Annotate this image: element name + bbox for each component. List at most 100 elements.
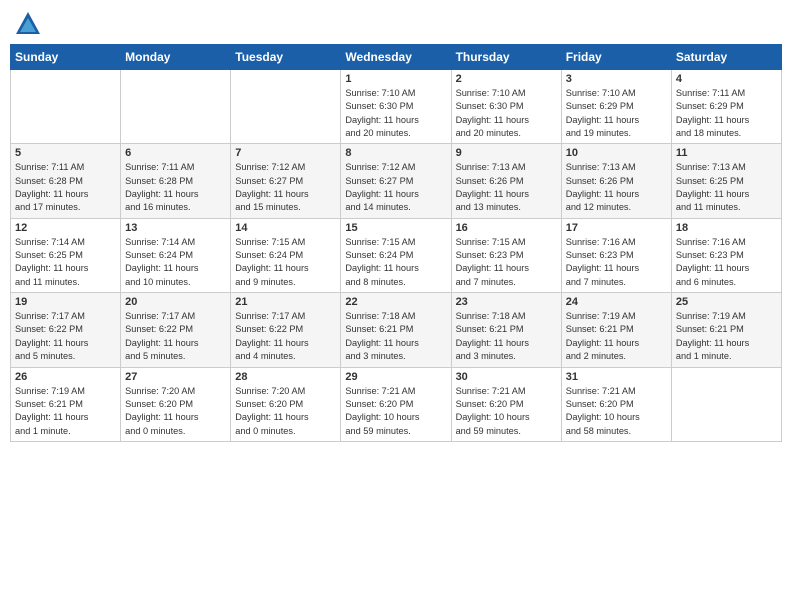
day-number: 26 (15, 371, 116, 383)
day-number: 12 (15, 222, 116, 234)
day-info: Sunrise: 7:16 AMSunset: 6:23 PMDaylight:… (566, 236, 667, 289)
calendar-cell: 6 Sunrise: 7:11 AMSunset: 6:28 PMDaylight… (121, 144, 231, 218)
calendar-cell: 3Sunrise: 7:10 AMSunset: 6:29 PMDaylight… (561, 70, 671, 144)
calendar-cell: 31 Sunrise: 7:21 AMSunset: 6:20 PMDayligh… (561, 367, 671, 441)
calendar-cell: 13 Sunrise: 7:14 AMSunset: 6:24 PMDayligh… (121, 218, 231, 292)
page-header (10, 10, 782, 38)
calendar-cell: 23Sunrise: 7:18 AMSunset: 6:21 PMDayligh… (451, 293, 561, 367)
day-info: Sunrise: 7:17 AMSunset: 6:22 PMDaylight:… (15, 310, 116, 363)
calendar-cell: 20 Sunrise: 7:17 AMSunset: 6:22 PMDayligh… (121, 293, 231, 367)
day-info: Sunrise: 7:19 AMSunset: 6:21 PMDaylight:… (15, 385, 116, 438)
day-number: 20 (125, 296, 226, 308)
day-number: 11 (676, 147, 777, 159)
day-number: 31 (566, 371, 667, 383)
day-number: 21 (235, 296, 336, 308)
day-info: Sunrise: 7:13 AMSunset: 6:25 PMDaylight:… (676, 161, 777, 214)
day-number: 6 (125, 147, 226, 159)
day-info: Sunrise: 7:14 AMSunset: 6:25 PMDaylight:… (15, 236, 116, 289)
day-number: 27 (125, 371, 226, 383)
calendar-week-row: 5 Sunrise: 7:11 AMSunset: 6:28 PMDaylight… (11, 144, 782, 218)
calendar-cell: 30 Sunrise: 7:21 AMSunset: 6:20 PMDayligh… (451, 367, 561, 441)
day-info: Sunrise: 7:21 AMSunset: 6:20 PMDaylight:… (345, 385, 446, 438)
calendar-cell: 4 Sunrise: 7:11 AMSunset: 6:29 PMDaylight… (671, 70, 781, 144)
calendar-cell: 27 Sunrise: 7:20 AMSunset: 6:20 PMDayligh… (121, 367, 231, 441)
day-header-wednesday: Wednesday (341, 45, 451, 70)
day-info: Sunrise: 7:12 AMSunset: 6:27 PMDaylight:… (235, 161, 336, 214)
day-number: 15 (345, 222, 446, 234)
logo (14, 10, 46, 38)
day-number: 10 (566, 147, 667, 159)
day-number: 23 (456, 296, 557, 308)
day-number: 19 (15, 296, 116, 308)
day-info: Sunrise: 7:14 AMSunset: 6:24 PMDaylight:… (125, 236, 226, 289)
calendar-cell: 2 Sunrise: 7:10 AMSunset: 6:30 PMDaylight… (451, 70, 561, 144)
day-header-friday: Friday (561, 45, 671, 70)
calendar-cell: 16Sunrise: 7:15 AMSunset: 6:23 PMDayligh… (451, 218, 561, 292)
calendar-cell: 18 Sunrise: 7:16 AMSunset: 6:23 PMDayligh… (671, 218, 781, 292)
day-info: Sunrise: 7:12 AMSunset: 6:27 PMDaylight:… (345, 161, 446, 214)
day-number: 25 (676, 296, 777, 308)
day-info: Sunrise: 7:10 AMSunset: 6:30 PMDaylight:… (345, 87, 446, 140)
day-info: Sunrise: 7:10 AMSunset: 6:30 PMDaylight:… (456, 87, 557, 140)
day-number: 13 (125, 222, 226, 234)
calendar-cell (231, 70, 341, 144)
calendar-cell: 24 Sunrise: 7:19 AMSunset: 6:21 PMDayligh… (561, 293, 671, 367)
calendar-table: SundayMondayTuesdayWednesdayThursdayFrid… (10, 44, 782, 442)
day-info: Sunrise: 7:11 AMSunset: 6:28 PMDaylight:… (125, 161, 226, 214)
calendar-cell: 7 Sunrise: 7:12 AMSunset: 6:27 PMDaylight… (231, 144, 341, 218)
day-info: Sunrise: 7:17 AMSunset: 6:22 PMDaylight:… (125, 310, 226, 363)
day-number: 4 (676, 73, 777, 85)
day-number: 22 (345, 296, 446, 308)
day-info: Sunrise: 7:17 AMSunset: 6:22 PMDaylight:… (235, 310, 336, 363)
day-header-monday: Monday (121, 45, 231, 70)
calendar-cell: 9 Sunrise: 7:13 AMSunset: 6:26 PMDaylight… (451, 144, 561, 218)
calendar-cell: 8 Sunrise: 7:12 AMSunset: 6:27 PMDaylight… (341, 144, 451, 218)
day-info: Sunrise: 7:15 AMSunset: 6:24 PMDaylight:… (235, 236, 336, 289)
calendar-cell: 19 Sunrise: 7:17 AMSunset: 6:22 PMDayligh… (11, 293, 121, 367)
day-number: 14 (235, 222, 336, 234)
day-header-sunday: Sunday (11, 45, 121, 70)
day-number: 9 (456, 147, 557, 159)
calendar-cell (671, 367, 781, 441)
day-number: 28 (235, 371, 336, 383)
day-number: 24 (566, 296, 667, 308)
day-info: Sunrise: 7:19 AMSunset: 6:21 PMDaylight:… (676, 310, 777, 363)
day-info: Sunrise: 7:21 AMSunset: 6:20 PMDaylight:… (566, 385, 667, 438)
day-number: 18 (676, 222, 777, 234)
logo-icon (14, 10, 42, 38)
calendar-cell: 26 Sunrise: 7:19 AMSunset: 6:21 PMDayligh… (11, 367, 121, 441)
calendar-week-row: 1 Sunrise: 7:10 AMSunset: 6:30 PMDaylight… (11, 70, 782, 144)
day-number: 8 (345, 147, 446, 159)
day-info: Sunrise: 7:19 AMSunset: 6:21 PMDaylight:… (566, 310, 667, 363)
calendar-cell: 29 Sunrise: 7:21 AMSunset: 6:20 PMDayligh… (341, 367, 451, 441)
calendar-cell (121, 70, 231, 144)
day-info: Sunrise: 7:16 AMSunset: 6:23 PMDaylight:… (676, 236, 777, 289)
day-info: Sunrise: 7:10 AMSunset: 6:29 PMDaylight:… (566, 87, 667, 140)
calendar-cell: 10 Sunrise: 7:13 AMSunset: 6:26 PMDayligh… (561, 144, 671, 218)
day-number: 2 (456, 73, 557, 85)
day-number: 16 (456, 222, 557, 234)
calendar-week-row: 19 Sunrise: 7:17 AMSunset: 6:22 PMDayligh… (11, 293, 782, 367)
day-info: Sunrise: 7:11 AMSunset: 6:28 PMDaylight:… (15, 161, 116, 214)
calendar-cell: 5 Sunrise: 7:11 AMSunset: 6:28 PMDaylight… (11, 144, 121, 218)
day-info: Sunrise: 7:20 AMSunset: 6:20 PMDaylight:… (125, 385, 226, 438)
day-number: 1 (345, 73, 446, 85)
day-number: 30 (456, 371, 557, 383)
calendar-cell: 15Sunrise: 7:15 AMSunset: 6:24 PMDayligh… (341, 218, 451, 292)
calendar-cell: 17Sunrise: 7:16 AMSunset: 6:23 PMDayligh… (561, 218, 671, 292)
calendar-cell: 28 Sunrise: 7:20 AMSunset: 6:20 PMDayligh… (231, 367, 341, 441)
day-info: Sunrise: 7:11 AMSunset: 6:29 PMDaylight:… (676, 87, 777, 140)
day-number: 29 (345, 371, 446, 383)
calendar-cell: 22 Sunrise: 7:18 AMSunset: 6:21 PMDayligh… (341, 293, 451, 367)
day-info: Sunrise: 7:13 AMSunset: 6:26 PMDaylight:… (566, 161, 667, 214)
day-number: 5 (15, 147, 116, 159)
calendar-week-row: 12 Sunrise: 7:14 AMSunset: 6:25 PMDayligh… (11, 218, 782, 292)
calendar-cell: 1 Sunrise: 7:10 AMSunset: 6:30 PMDaylight… (341, 70, 451, 144)
day-info: Sunrise: 7:13 AMSunset: 6:26 PMDaylight:… (456, 161, 557, 214)
calendar-cell: 14 Sunrise: 7:15 AMSunset: 6:24 PMDayligh… (231, 218, 341, 292)
day-info: Sunrise: 7:18 AMSunset: 6:21 PMDaylight:… (345, 310, 446, 363)
day-info: Sunrise: 7:21 AMSunset: 6:20 PMDaylight:… (456, 385, 557, 438)
day-number: 7 (235, 147, 336, 159)
day-info: Sunrise: 7:20 AMSunset: 6:20 PMDaylight:… (235, 385, 336, 438)
calendar-cell: 25 Sunrise: 7:19 AMSunset: 6:21 PMDayligh… (671, 293, 781, 367)
